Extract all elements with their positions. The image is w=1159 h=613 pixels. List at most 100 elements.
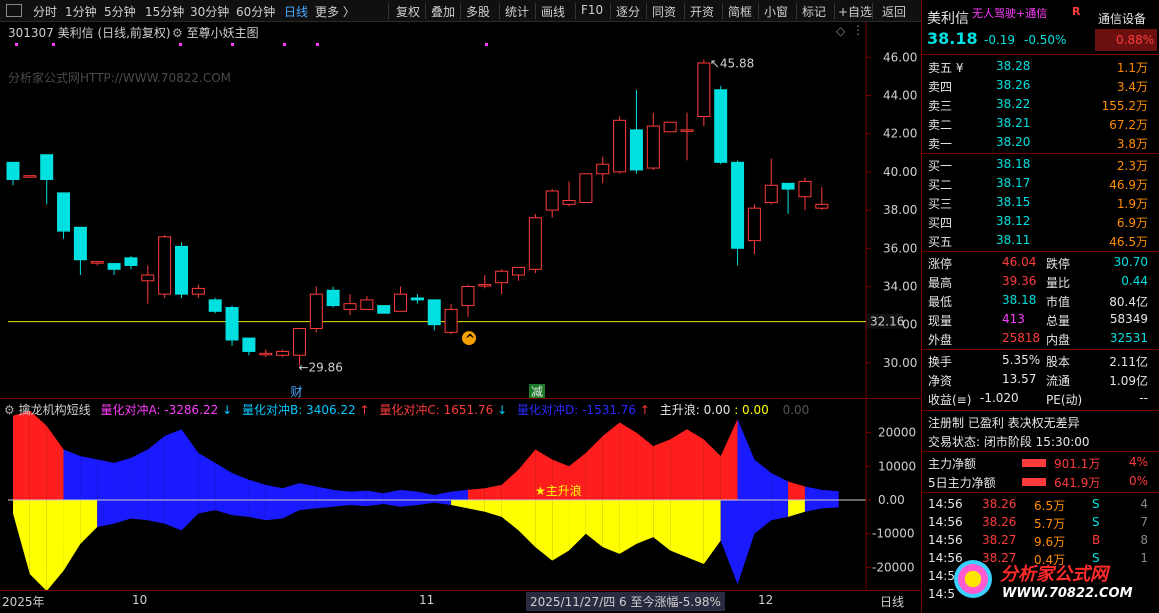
book-label: 卖二 (928, 118, 953, 132)
candle-body (579, 173, 593, 203)
sector-pct: 0.88% (1116, 33, 1155, 47)
toolbar-item-13[interactable]: F10 (581, 3, 603, 17)
divider (922, 492, 1159, 493)
toolbar-item-17[interactable]: 简框 (728, 3, 752, 20)
book-price: 38.21 (996, 116, 1031, 130)
lower-band-segment (653, 500, 671, 551)
toolbar-item-0[interactable]: 分时 (33, 3, 57, 20)
stat-label: 量比 (1046, 276, 1071, 290)
settings-icon[interactable]: ⚙ (4, 403, 15, 417)
upper-band-segment (687, 429, 704, 500)
ask-row[interactable]: 卖二 38.21 67.2万 (922, 114, 1159, 133)
lower-band-segment (754, 500, 772, 534)
flower-logo-icon (954, 560, 992, 598)
candle-body (444, 308, 458, 333)
trade-tick-row: 14:56 38.27 9.6万 B 8 (922, 531, 1159, 550)
toolbar-item-15[interactable]: 同资 (652, 3, 676, 20)
bid-row[interactable]: 买一 38.18 2.3万 (922, 155, 1159, 174)
candle-body (57, 192, 71, 232)
period-label[interactable]: 日线 (880, 593, 904, 610)
divider (922, 451, 1159, 452)
upper-band-segment (771, 473, 789, 500)
book-volume: 1.1万 (1116, 61, 1148, 75)
toolbar-item-18[interactable]: 小窗 (764, 3, 788, 20)
price-chart[interactable]: 301307 美利信 (日线,前复权) ⚙ 至尊小妖主图 分析家公式网HTTP:… (0, 22, 922, 398)
bid-row[interactable]: 买四 38.12 6.9万 (922, 212, 1159, 231)
candle-body (360, 299, 374, 310)
high-price-annotation: ↖45.88 (710, 57, 754, 71)
toolbar-item-1[interactable]: 1分钟 (65, 3, 97, 20)
book-label: 买一 (928, 159, 953, 173)
axis-label-nov: 11 (419, 593, 435, 607)
candle-body (714, 89, 728, 163)
price-tick-label: 40.00 (883, 165, 917, 179)
book-label: 买二 (928, 178, 953, 192)
sector-name[interactable]: 通信设备 (1098, 10, 1146, 27)
arrow-down-icon: ↓ (497, 403, 508, 417)
lower-band-segment (215, 500, 233, 516)
candle-body (73, 226, 87, 261)
toolbar-item-7[interactable]: 更多 〉 (315, 3, 355, 20)
upper-band-segment (97, 459, 115, 500)
toolbar-item-11[interactable]: 统计 (505, 3, 529, 20)
stat-label: 总量 (1046, 314, 1071, 328)
toolbar-item-16[interactable]: 开资 (690, 3, 714, 20)
bid-row[interactable]: 买三 38.15 1.9万 (922, 193, 1159, 212)
yellow-value: : 0.00 (734, 403, 769, 417)
window-icon[interactable] (6, 4, 22, 17)
upper-band-segment (417, 491, 435, 500)
lower-band-segment (417, 500, 435, 506)
upper-band-segment (804, 486, 822, 500)
upper-band-segment (383, 489, 401, 500)
logo-url: WWW.70822.COM (1002, 586, 1133, 601)
tick-side: S (1092, 515, 1100, 529)
lower-band-segment (46, 500, 64, 591)
upper-band-segment (619, 422, 637, 500)
toolbar-item-20[interactable]: +自选 (838, 3, 872, 20)
upper-band-segment (130, 449, 148, 500)
toolbar-item-4[interactable]: 30分钟 (190, 3, 229, 20)
candle-body (276, 350, 290, 356)
lower-band-segment (670, 500, 687, 558)
toolbar-item-21[interactable]: 返回 (882, 3, 906, 20)
toolbar-separator (758, 3, 759, 19)
ask-row[interactable]: 卖五 ¥ 38.28 1.1万 (922, 57, 1159, 76)
toolbar-item-9[interactable]: 叠加 (431, 3, 455, 20)
candle-body (107, 263, 121, 270)
divider (922, 54, 1159, 55)
upper-band-segment (434, 491, 452, 500)
flow-label: 5日主力净额 (928, 476, 996, 490)
logo-title: 分析家公式网 (1000, 564, 1108, 585)
candle-body (326, 289, 340, 307)
toolbar-item-2[interactable]: 5分钟 (104, 3, 136, 20)
toolbar-item-12[interactable]: 画线 (541, 3, 565, 20)
gray-value: 0.00 (782, 403, 810, 417)
upper-band-segment (164, 429, 182, 500)
tick-price: 38.27 (982, 533, 1017, 547)
lower-band-segment (804, 500, 822, 512)
bid-row[interactable]: 买二 38.17 46.9万 (922, 174, 1159, 193)
bid-row[interactable]: 买五 38.11 46.5万 (922, 231, 1159, 250)
toolbar-item-6[interactable]: 日线 (284, 3, 308, 20)
ask-row[interactable]: 卖三 38.22 155.2万 (922, 95, 1159, 114)
toolbar-item-14[interactable]: 逐分 (616, 3, 640, 20)
toolbar-item-3[interactable]: 15分钟 (145, 3, 184, 20)
toolbar-item-8[interactable]: 复权 (396, 3, 420, 20)
book-price: 38.17 (996, 176, 1031, 190)
ask-row[interactable]: 卖四 38.26 3.4万 (922, 76, 1159, 95)
candle-body (663, 121, 677, 133)
lower-band-segment (400, 500, 418, 507)
stat-label: 跌停 (1046, 257, 1071, 271)
tick-time: 14:56 (928, 497, 963, 511)
ask-row[interactable]: 卖一 38.20 3.8万 (922, 133, 1159, 152)
candle-body (124, 257, 138, 266)
toolbar-item-5[interactable]: 60分钟 (236, 3, 275, 20)
signal-dot (52, 43, 55, 46)
flow-label: 主力净额 (928, 457, 977, 471)
toolbar-item-10[interactable]: 多股 (466, 3, 490, 20)
indicator-chart[interactable]: 20000 10000 0.00 -10000 -20000 ★主升浪 ⚙ 擒龙机构短线 … (0, 398, 922, 591)
arrow-down-icon: ↓ (222, 403, 233, 417)
toolbar-item-19[interactable]: 标记 (802, 3, 826, 20)
upper-band-segment (754, 459, 772, 500)
toolbar-separator (872, 3, 873, 19)
